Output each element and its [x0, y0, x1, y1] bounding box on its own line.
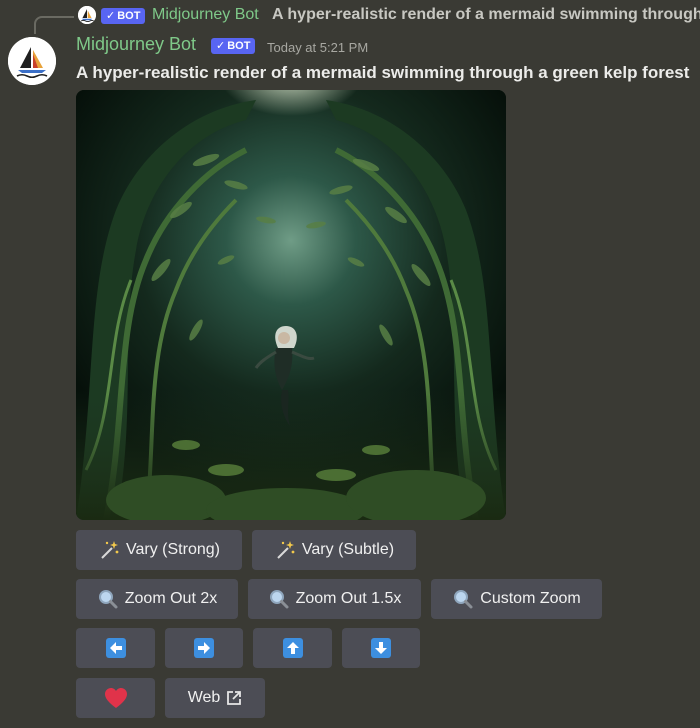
verified-check-icon: ✓ [216, 40, 226, 52]
author-name[interactable]: Midjourney Bot [76, 34, 196, 55]
mermaid-kelp-forest-image [76, 90, 506, 520]
reply-message-text[interactable]: A hyper-realistic render of a mermaid sw… [272, 6, 700, 24]
zoom-out-1-5x-button[interactable]: Zoom Out 1.5x [248, 579, 421, 619]
sparkle-wand-icon [101, 541, 119, 559]
sparkle-wand-icon [277, 541, 295, 559]
bot-badge-label: BOT [227, 40, 251, 52]
pan-down-button[interactable] [342, 628, 420, 668]
favorite-button[interactable] [76, 678, 155, 718]
pan-right-button[interactable] [165, 628, 243, 668]
reply-preview[interactable]: ✓ BOT Midjourney Bot A hyper-realistic r… [0, 0, 700, 34]
generated-image[interactable] [76, 90, 506, 520]
message-text: A hyper-realistic render of a mermaid sw… [76, 63, 690, 82]
arrow-down-icon [371, 638, 391, 658]
message-view: ✓ BOT Midjourney Bot A hyper-realistic r… [0, 0, 700, 728]
arrow-left-icon [105, 638, 126, 658]
web-label: Web [187, 689, 221, 706]
heart-icon [104, 688, 127, 708]
vary-subtle-button[interactable]: Vary (Subtle) [252, 530, 416, 570]
arrow-right-icon [194, 638, 214, 658]
sailboat-logo-icon [78, 6, 96, 24]
reply-connector-line [34, 16, 74, 34]
magnifier-icon [98, 590, 118, 609]
reply-author-name[interactable]: Midjourney Bot [152, 6, 259, 24]
reply-avatar[interactable] [78, 6, 96, 24]
web-link-button[interactable]: Web [165, 678, 265, 718]
bot-badge: ✓ BOT [211, 38, 256, 54]
vary-strong-button[interactable]: Vary (Strong) [76, 530, 242, 570]
custom-zoom-button[interactable]: Custom Zoom [431, 579, 602, 619]
verified-check-icon: ✓ [106, 10, 116, 22]
vary-strong-label: Vary (Strong) [126, 541, 220, 558]
vary-subtle-label: Vary (Subtle) [301, 541, 395, 558]
avatar[interactable] [8, 37, 56, 85]
message-timestamp: Today at 5:21 PM [267, 40, 369, 55]
sailboat-logo-icon [8, 37, 56, 85]
zoom-out-2x-button[interactable]: Zoom Out 2x [76, 579, 238, 619]
zoom-out-1-5x-label: Zoom Out 1.5x [295, 590, 402, 607]
pan-up-button[interactable] [253, 628, 332, 668]
custom-zoom-label: Custom Zoom [480, 590, 581, 607]
arrow-up-icon [282, 638, 303, 658]
magnifier-icon [454, 590, 473, 609]
bot-badge-label: BOT [117, 10, 141, 22]
zoom-out-2x-label: Zoom Out 2x [124, 590, 218, 607]
pan-left-button[interactable] [76, 628, 155, 668]
bot-badge: ✓ BOT [101, 8, 146, 24]
magnifier-icon [269, 590, 289, 609]
external-link-icon [227, 691, 242, 705]
